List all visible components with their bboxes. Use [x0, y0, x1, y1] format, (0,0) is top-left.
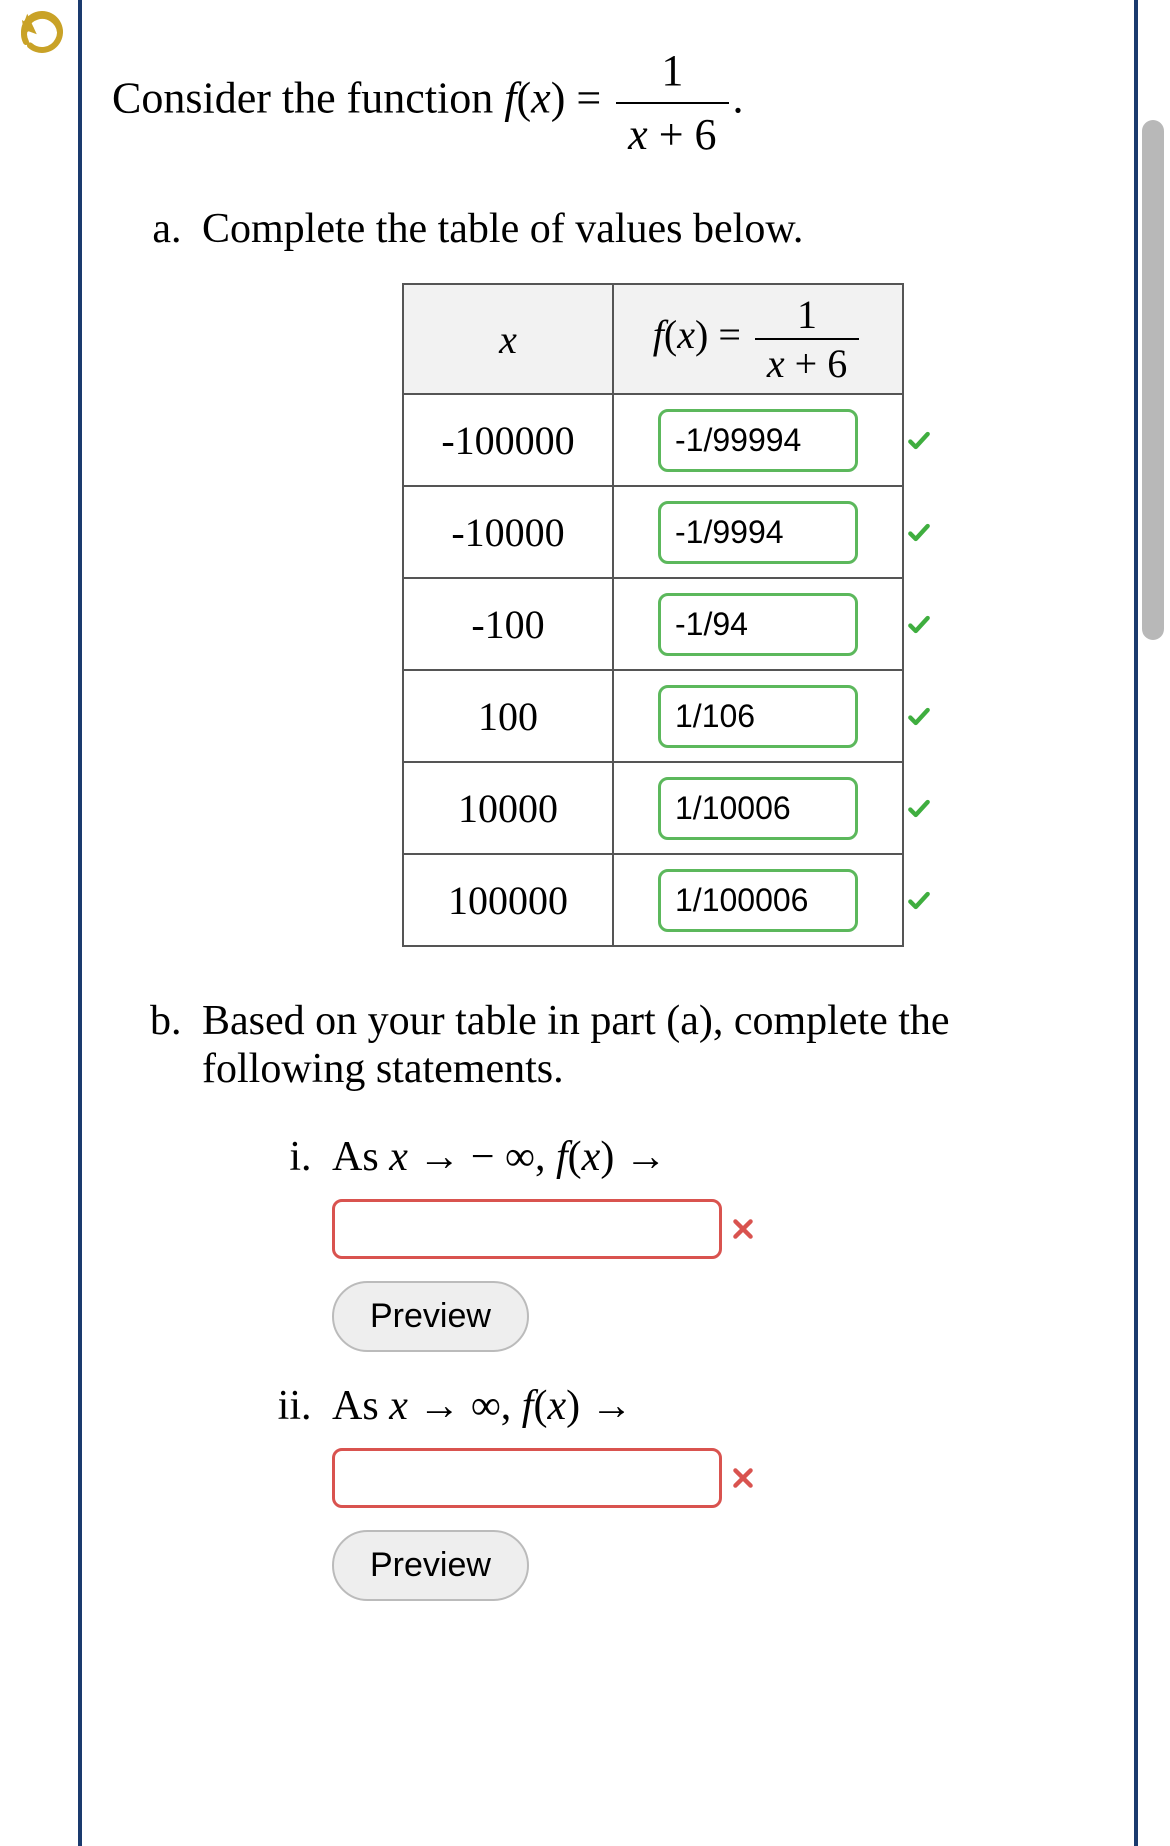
x-cell: -100000	[403, 394, 613, 486]
scrollbar-track[interactable]	[1142, 0, 1164, 1846]
fx-x: x	[531, 74, 551, 123]
x-cell: -10000	[403, 486, 613, 578]
limit-item: As x → − ∞, f(x) → Preview	[322, 1133, 1104, 1352]
limit-answer-input[interactable]	[332, 1199, 722, 1259]
th-fx: f(x) = 1 x + 6	[613, 284, 903, 394]
intro-period: .	[733, 74, 744, 123]
limit-statement: As x → ∞, f(x) →	[332, 1382, 1104, 1430]
intro-prefix: Consider the function	[112, 74, 504, 123]
frac-num: 1	[616, 40, 728, 102]
x-cell: 10000	[403, 762, 613, 854]
table-row: 100 1/106	[403, 670, 903, 762]
answer-input[interactable]: -1/94	[658, 593, 858, 656]
fx-cell: -1/94	[613, 578, 903, 670]
table-row: 10000 1/10006	[403, 762, 903, 854]
table-row: -10000 -1/9994	[403, 486, 903, 578]
question-panel: Consider the function f(x) = 1 x + 6 . C…	[78, 0, 1138, 1846]
part-b-text: Based on your table in part (a), complet…	[202, 998, 950, 1092]
check-icon	[906, 693, 932, 740]
part-a: Complete the table of values below. x f(…	[192, 205, 1104, 947]
preview-button[interactable]: Preview	[332, 1530, 529, 1601]
check-icon	[906, 785, 932, 832]
table-body: -100000 -1/99994 -10000 -1/9994 -100 -1/94 100…	[403, 394, 903, 946]
table-row: -100 -1/94	[403, 578, 903, 670]
fx-cell: -1/9994	[613, 486, 903, 578]
fx-cell: 1/10006	[613, 762, 903, 854]
fx-f: f	[504, 74, 516, 123]
answer-row	[332, 1199, 1104, 1259]
frac-den: x + 6	[616, 102, 728, 166]
eq: =	[565, 74, 612, 123]
limit-answer-input[interactable]	[332, 1448, 722, 1508]
th-x: x	[403, 284, 613, 394]
intro-text: Consider the function f(x) = 1 x + 6 .	[112, 40, 1104, 165]
part-a-text: Complete the table of values below.	[202, 206, 803, 252]
values-table: x f(x) = 1 x + 6 -100000-1/99994-10000-1…	[402, 283, 904, 947]
refresh-icon[interactable]	[18, 8, 66, 56]
intro-fraction: 1 x + 6	[616, 40, 728, 165]
x-cell: -100	[403, 578, 613, 670]
fx-cell: -1/99994	[613, 394, 903, 486]
part-b-list: As x → − ∞, f(x) →PreviewAs x → ∞, f(x) …	[202, 1133, 1104, 1601]
table-row: -100000 -1/99994	[403, 394, 903, 486]
check-icon	[906, 417, 932, 464]
x-cell: 100000	[403, 854, 613, 946]
check-icon	[906, 509, 932, 556]
x-cell: 100	[403, 670, 613, 762]
answer-input[interactable]: 1/10006	[658, 777, 858, 840]
check-icon	[906, 877, 932, 924]
answer-row	[332, 1448, 1104, 1508]
answer-input[interactable]: -1/99994	[658, 409, 858, 472]
answer-input[interactable]: -1/9994	[658, 501, 858, 564]
preview-button[interactable]: Preview	[332, 1281, 529, 1352]
fx-cell: 1/100006	[613, 854, 903, 946]
table-row: 100000 1/100006	[403, 854, 903, 946]
x-icon	[730, 1205, 756, 1253]
fx-cell: 1/106	[613, 670, 903, 762]
limit-item: As x → ∞, f(x) → Preview	[322, 1382, 1104, 1601]
check-icon	[906, 601, 932, 648]
limit-statement: As x → − ∞, f(x) →	[332, 1133, 1104, 1181]
answer-input[interactable]: 1/106	[658, 685, 858, 748]
answer-input[interactable]: 1/100006	[658, 869, 858, 932]
x-icon	[730, 1454, 756, 1502]
part-b: Based on your table in part (a), complet…	[192, 997, 1104, 1601]
scrollbar-thumb[interactable]	[1142, 120, 1164, 640]
